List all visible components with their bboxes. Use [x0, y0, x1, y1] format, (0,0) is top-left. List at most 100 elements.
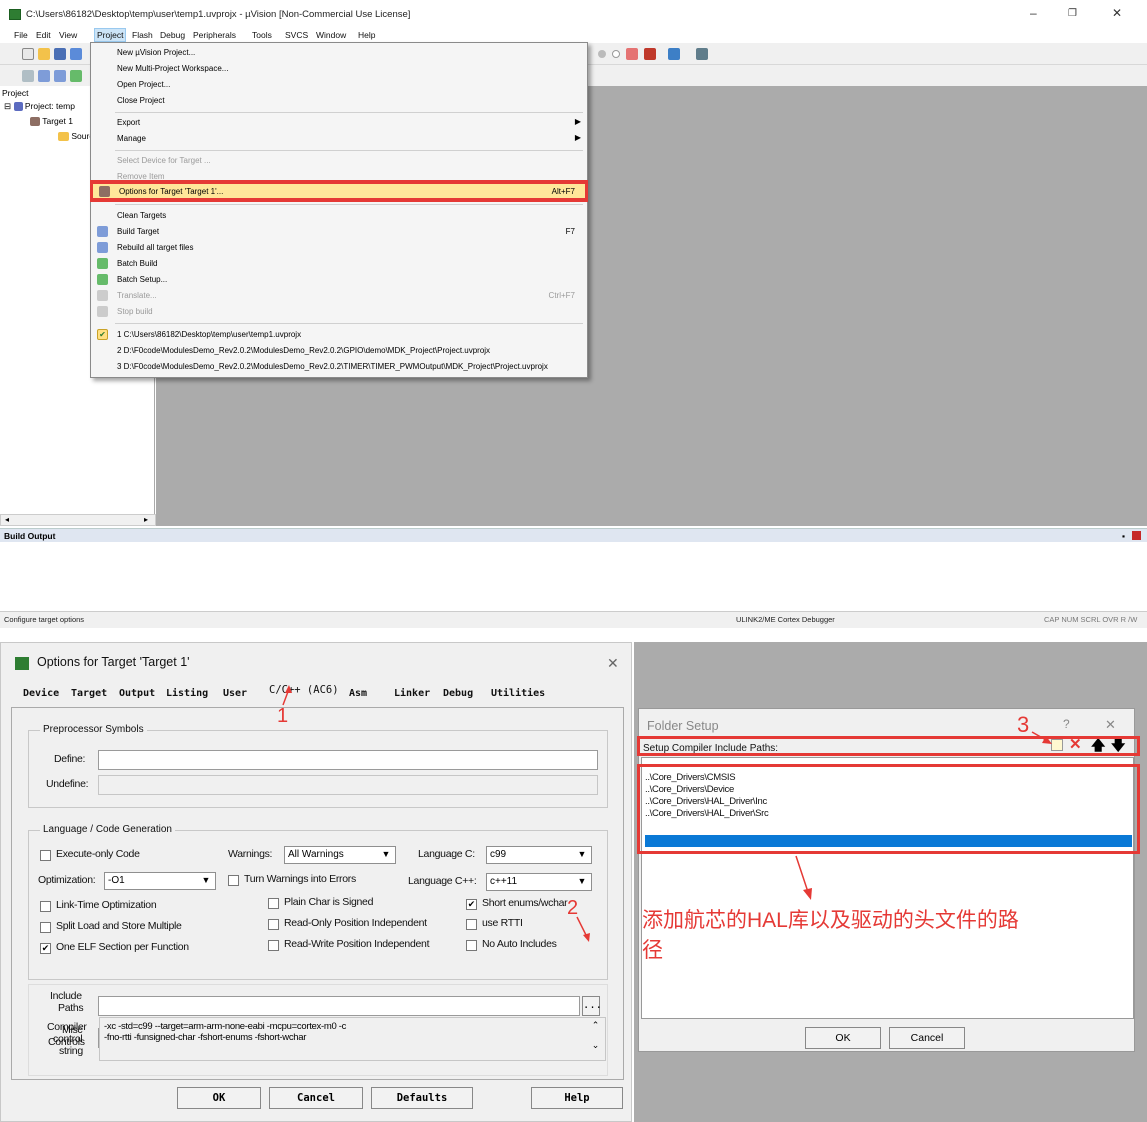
- scroll-right-icon[interactable]: ▸: [144, 515, 148, 524]
- menu-item-export[interactable]: Export ▶: [91, 115, 587, 131]
- configure-icon[interactable]: [696, 48, 708, 60]
- short-enums-checkbox[interactable]: ✔: [466, 899, 477, 910]
- save-icon[interactable]: [54, 48, 66, 60]
- defaults-button[interactable]: Defaults: [371, 1087, 473, 1109]
- menu-item-manage[interactable]: Manage ▶: [91, 131, 587, 147]
- turn-warnings-checkbox[interactable]: [228, 875, 239, 886]
- no-auto-includes-checkbox[interactable]: [466, 940, 477, 951]
- split-load-checkbox[interactable]: [40, 922, 51, 933]
- minimize-button[interactable]: –: [1030, 6, 1037, 20]
- maximize-button[interactable]: ❐: [1068, 8, 1077, 19]
- scroll-down-icon[interactable]: ⌄: [592, 1040, 600, 1051]
- translate-icon[interactable]: [22, 70, 34, 82]
- menu-peripherals[interactable]: Peripherals: [193, 30, 236, 40]
- menu-svcs[interactable]: SVCS: [285, 30, 308, 40]
- close-icon[interactable]: ✕: [607, 655, 619, 672]
- help-button[interactable]: Help: [531, 1087, 623, 1109]
- window-layout-icon[interactable]: [668, 48, 680, 60]
- menu-flash[interactable]: Flash: [132, 30, 153, 40]
- tab-listing[interactable]: Listing: [166, 688, 208, 699]
- undefine-field[interactable]: [98, 775, 598, 795]
- tab-linker[interactable]: Linker: [394, 688, 430, 699]
- menu-bar: File Edit View Project Flash Debug Perip…: [0, 28, 1147, 43]
- tab-debug[interactable]: Debug: [443, 688, 473, 699]
- menu-item-new-project[interactable]: New µVision Project...: [91, 45, 587, 61]
- optimization-select[interactable]: -O1 ▼: [104, 872, 216, 890]
- menu-item-stop-build[interactable]: Stop build: [91, 304, 587, 320]
- plain-char-checkbox[interactable]: [268, 898, 279, 909]
- menu-item-new-workspace[interactable]: New Multi-Project Workspace...: [91, 61, 587, 77]
- tab-target[interactable]: Target: [71, 688, 107, 699]
- scroll-up-icon[interactable]: ⌃: [592, 1020, 600, 1031]
- annotation-arrow-2: [576, 916, 590, 942]
- tab-utilities[interactable]: Utilities: [491, 688, 545, 699]
- one-elf-checkbox[interactable]: ✔: [40, 943, 51, 954]
- close-button[interactable]: ✕: [1112, 6, 1122, 20]
- close-icon[interactable]: ✕: [1105, 717, 1116, 733]
- rtti-checkbox[interactable]: [466, 919, 477, 930]
- tab-user[interactable]: User: [223, 688, 247, 699]
- download-icon[interactable]: [70, 70, 82, 82]
- open-folder-icon[interactable]: [38, 48, 50, 60]
- close-panel-icon[interactable]: [1132, 531, 1141, 540]
- menu-item-clean-targets[interactable]: Clean Targets: [91, 208, 587, 224]
- tab-asm[interactable]: Asm: [349, 688, 367, 699]
- execute-only-checkbox[interactable]: [40, 850, 51, 861]
- insert-breakpoint-icon[interactable]: [644, 48, 656, 60]
- pin-icon[interactable]: ▪: [1122, 531, 1125, 541]
- menu-help[interactable]: Help: [358, 30, 375, 40]
- cancel-button[interactable]: Cancel: [269, 1087, 363, 1109]
- browse-include-button[interactable]: ...: [582, 996, 602, 1016]
- cancel-button[interactable]: Cancel: [889, 1027, 965, 1049]
- rebuild-icon[interactable]: [54, 70, 66, 82]
- menu-item-recent-2[interactable]: 2 D:\F0code\ModulesDemo_Rev2.0.2\Modules…: [91, 343, 587, 359]
- no-auto-includes-label: No Auto Includes: [482, 938, 557, 950]
- scroll-left-icon[interactable]: ◂: [5, 515, 9, 524]
- ok-button[interactable]: OK: [177, 1087, 261, 1109]
- menu-item-open-project[interactable]: Open Project...: [91, 77, 587, 93]
- disable-breakpoint-icon[interactable]: [612, 50, 620, 58]
- menu-item-batch-build[interactable]: Batch Build: [91, 256, 587, 272]
- menu-view[interactable]: View: [59, 30, 77, 40]
- ok-button[interactable]: OK: [805, 1027, 881, 1049]
- menu-item-batch-setup[interactable]: Batch Setup...: [91, 272, 587, 288]
- menu-tools[interactable]: Tools: [252, 30, 272, 40]
- new-file-icon[interactable]: [22, 48, 34, 60]
- build-icon[interactable]: [38, 70, 50, 82]
- compiler-control-string[interactable]: -xc -std=c99 --target=arm-arm-none-eabi …: [99, 1017, 606, 1061]
- tree-project[interactable]: ⊟ Project: temp: [4, 101, 75, 112]
- breakpoint-icon[interactable]: [598, 50, 606, 58]
- folder-icon: [58, 132, 69, 142]
- tab-output[interactable]: Output: [119, 688, 155, 699]
- include-paths-field[interactable]: [98, 996, 580, 1016]
- ropi-checkbox[interactable]: [268, 919, 279, 930]
- menu-item-recent-1[interactable]: ✔ 1 C:\Users\86182\Desktop\temp\user\temp…: [91, 327, 587, 343]
- kill-breakpoints-icon[interactable]: [626, 48, 638, 60]
- tree-source-group[interactable]: Sourc: [58, 131, 94, 142]
- rwpi-checkbox[interactable]: [268, 940, 279, 951]
- warnings-select[interactable]: All Warnings ▼: [284, 846, 396, 864]
- menu-debug[interactable]: Debug: [160, 30, 185, 40]
- menu-item-close-project[interactable]: Close Project: [91, 93, 587, 109]
- build-output-area[interactable]: [0, 542, 1147, 612]
- menu-window[interactable]: Window: [316, 30, 346, 40]
- language-cpp-select[interactable]: c++11 ▼: [486, 873, 592, 891]
- menu-file[interactable]: File: [14, 30, 28, 40]
- status-text: Configure target options: [4, 615, 85, 624]
- menu-item-select-device[interactable]: Select Device for Target ...: [91, 153, 587, 169]
- save-all-icon[interactable]: [70, 48, 82, 60]
- menu-edit[interactable]: Edit: [36, 30, 51, 40]
- language-c-select[interactable]: c99 ▼: [486, 846, 592, 864]
- tab-device[interactable]: Device: [23, 688, 59, 699]
- project-panel-scrollbar[interactable]: ◂ ▸: [0, 514, 156, 526]
- define-field[interactable]: [98, 750, 598, 770]
- menu-item-translate[interactable]: Translate... Ctrl+F7: [91, 288, 587, 304]
- lto-checkbox[interactable]: [40, 901, 51, 912]
- menu-item-rebuild[interactable]: Rebuild all target files: [91, 240, 587, 256]
- menu-item-build-target[interactable]: Build Target F7: [91, 224, 587, 240]
- menu-project[interactable]: Project: [94, 28, 127, 42]
- help-icon[interactable]: ?: [1063, 717, 1070, 731]
- tree-target[interactable]: Target 1: [30, 116, 73, 127]
- collapse-icon[interactable]: ⊟: [4, 101, 11, 111]
- menu-item-recent-3[interactable]: 3 D:\F0code\ModulesDemo_Rev2.0.2\Modules…: [91, 359, 587, 375]
